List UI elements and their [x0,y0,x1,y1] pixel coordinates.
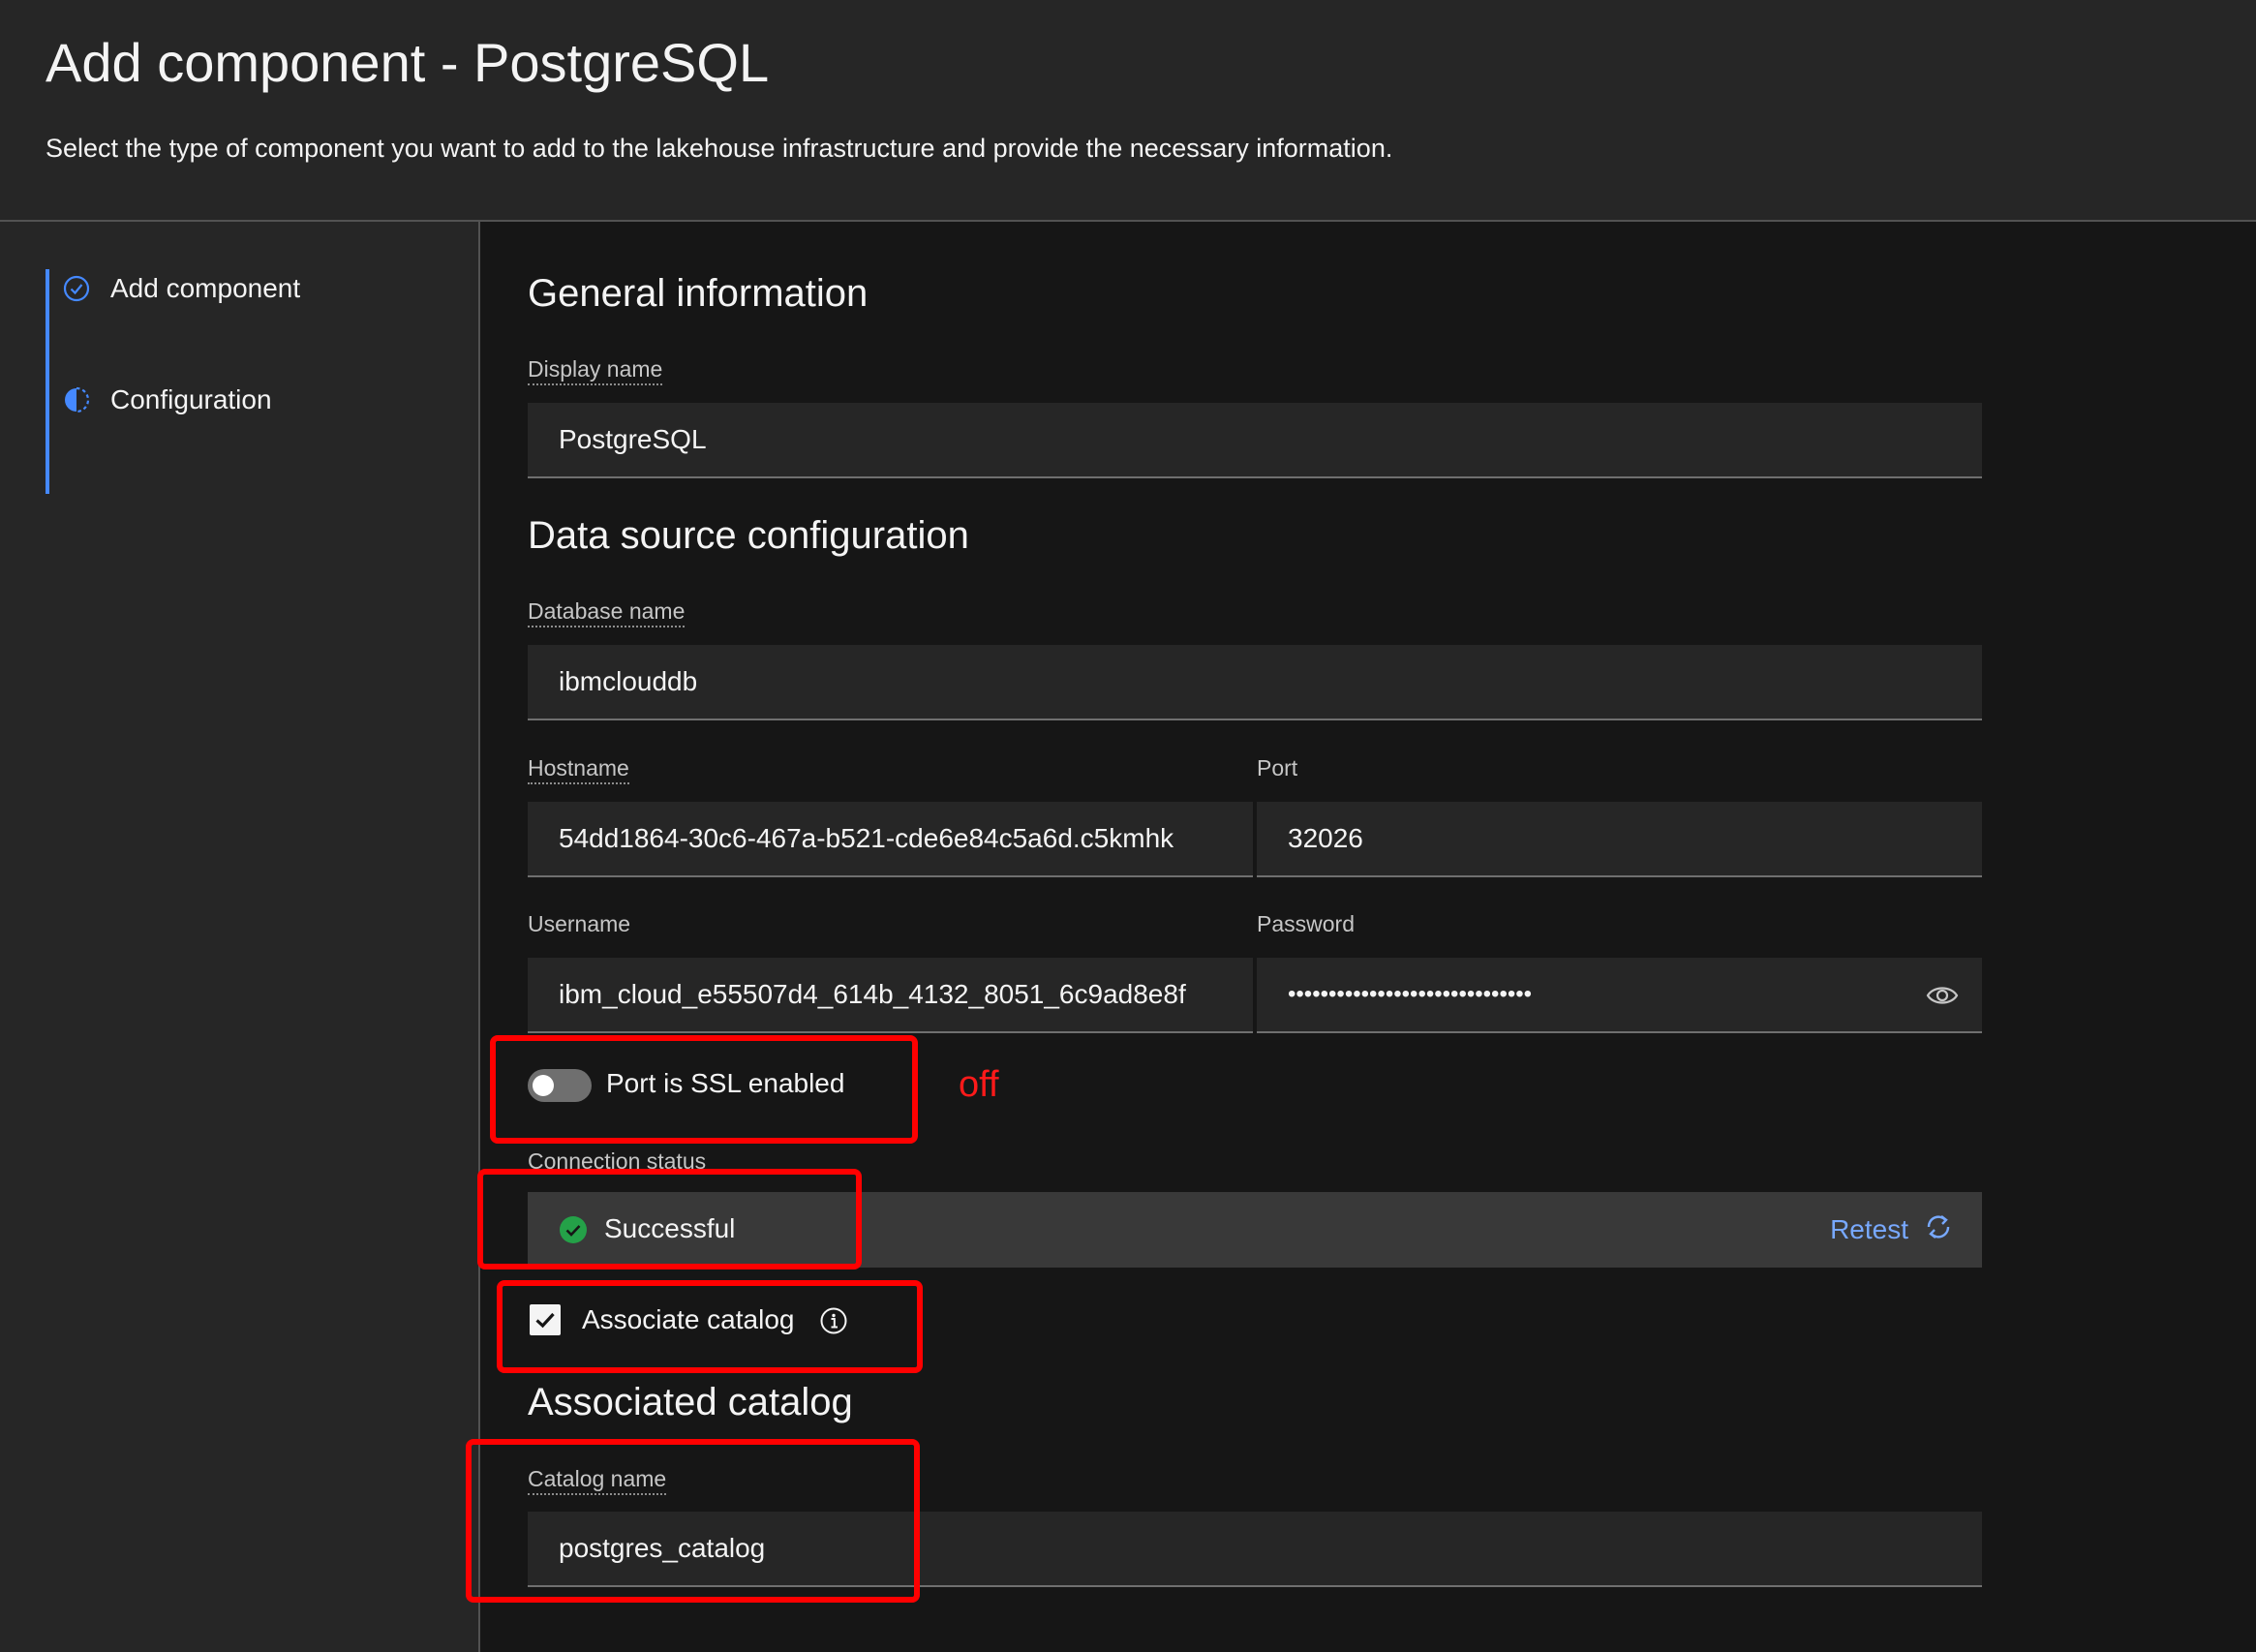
step-configuration[interactable]: Configuration [62,381,272,419]
toggle-knob [533,1075,554,1096]
main-form: General information Display name Postgre… [482,222,2256,1652]
checkmark-outline-icon [62,274,91,303]
hostname-label: Hostname [528,755,629,784]
port-label: Port [1257,755,1298,780]
associated-catalog-heading: Associated catalog [528,1381,853,1423]
hostname-value: 54dd1864-30c6-467a-b521-cde6e84c5a6d.c5k… [559,823,1174,853]
database-name-input[interactable]: ibmclouddb [528,645,1982,720]
display-name-input[interactable]: PostgreSQL [528,403,1982,478]
page-title: Add component - PostgreSQL [46,32,770,93]
catalog-name-value: postgres_catalog [559,1533,766,1563]
retest-label: Retest [1830,1213,1908,1244]
page-subtitle: Select the type of component you want to… [46,134,1393,163]
progress-line [46,269,49,494]
password-value: •••••••••••••••••••••••••••••• [1288,981,1533,1007]
display-name-value: PostgreSQL [559,424,707,454]
view-password-icon[interactable] [1926,981,1959,1010]
password-label: Password [1257,911,1355,936]
catalog-name-label: Catalog name [528,1466,667,1495]
port-input[interactable]: 32026 [1257,802,1982,877]
general-info-heading: General information [528,272,869,315]
password-input[interactable]: •••••••••••••••••••••••••••••• [1257,958,1982,1033]
step-label: Add component [110,273,301,303]
renew-icon [1924,1211,1953,1247]
associate-catalog-label: Associate catalog [582,1304,795,1334]
username-value: ibm_cloud_e55507d4_614b_4132_8051_6c9ad8… [559,979,1186,1009]
ssl-toggle-label: Port is SSL enabled [606,1068,845,1098]
progress-sidebar: Add component Configuration [0,222,480,1652]
database-name-value: ibmclouddb [559,666,698,696]
catalog-name-input[interactable]: postgres_catalog [528,1512,1982,1587]
annotation-off: off [959,1064,999,1105]
success-icon [559,1215,588,1244]
display-name-label: Display name [528,356,663,385]
page-header: Add component - PostgreSQL Select the ty… [0,0,2256,222]
port-value: 32026 [1288,823,1363,853]
checkmark-icon [535,1312,555,1329]
username-input[interactable]: ibm_cloud_e55507d4_614b_4132_8051_6c9ad8… [528,958,1253,1033]
step-add-component[interactable]: Add component [62,269,300,308]
retest-button[interactable]: Retest [1830,1211,1953,1247]
step-label: Configuration [110,384,272,414]
database-name-label: Database name [528,598,686,627]
connection-status-text: Successful [604,1213,736,1243]
associate-catalog-checkbox[interactable] [530,1304,561,1335]
ssl-toggle[interactable] [528,1069,592,1102]
datasource-heading: Data source configuration [528,514,969,557]
username-label: Username [528,911,631,936]
information-icon[interactable] [819,1306,848,1335]
hostname-input[interactable]: 54dd1864-30c6-467a-b521-cde6e84c5a6d.c5k… [528,802,1253,877]
connection-status-label: Connection status [528,1148,707,1174]
connection-status-bar: Successful Retest [528,1192,1982,1268]
incomplete-icon [62,385,91,414]
